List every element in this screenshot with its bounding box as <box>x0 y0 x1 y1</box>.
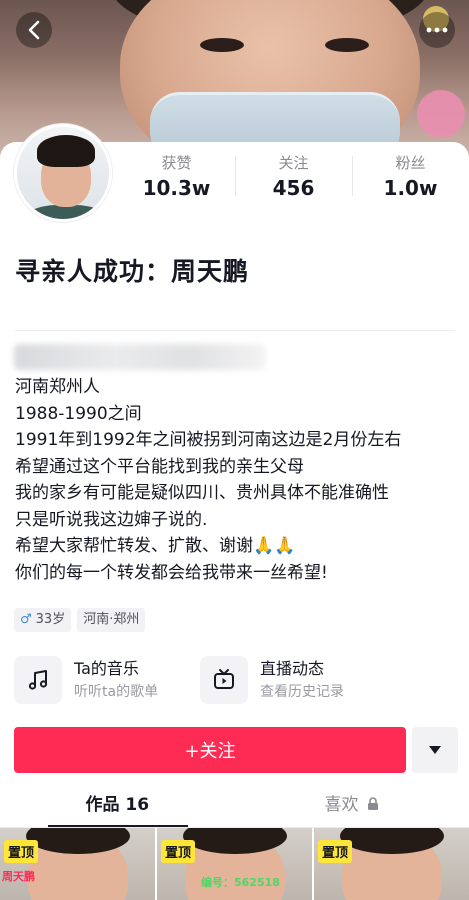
video-thumbnail[interactable]: 置顶 <box>314 828 469 900</box>
tv-play-icon <box>200 656 248 704</box>
location-text: 河南·郑州 <box>83 612 140 627</box>
video-caption: 编号：562518 <box>201 876 280 889</box>
bio-line: 你们的每一个转发都会给我带来一丝希望! <box>15 562 328 583</box>
profile-name: 寻亲人成功：周天鹏 <box>15 257 250 286</box>
bio-line: 河南郑州人 <box>15 377 100 397</box>
live-entry[interactable]: 直播动态 查看历史记录 <box>200 656 344 704</box>
entry-title: 直播动态 <box>260 659 325 678</box>
back-button[interactable] <box>16 12 52 48</box>
tab-likes[interactable]: 喜欢 <box>235 786 469 826</box>
tab-label: 喜欢 <box>324 795 359 815</box>
blurred-text <box>14 344 266 370</box>
entry-title: Ta的音乐 <box>74 659 139 678</box>
stat-label: 获赞 <box>161 154 192 172</box>
bio-line: 只是听说我这边婶子说的. <box>15 509 208 530</box>
pinned-badge: 置顶 <box>4 840 39 863</box>
stat-likes[interactable]: 获赞 10.3w <box>118 152 235 204</box>
follow-button[interactable]: +关注 <box>14 727 406 773</box>
stat-following[interactable]: 关注 456 <box>235 152 352 204</box>
profile-stats: 获赞 10.3w 关注 456 粉丝 1.0w <box>118 152 469 204</box>
entry-subtitle: 查看历史记录 <box>260 684 344 700</box>
divider <box>15 330 454 331</box>
age-tag: ♂ 33岁 <box>14 608 72 632</box>
stat-label: 关注 <box>278 154 309 172</box>
video-caption: 周天鹏 <box>2 870 35 883</box>
entry-subtitle: 听听ta的歌单 <box>74 684 159 700</box>
chevron-left-icon <box>28 20 40 40</box>
bio-line: 希望大家帮忙转发、扩散、谢谢🙏🙏 <box>15 536 296 556</box>
bio-line: 1988-1990之间 <box>15 403 142 424</box>
stat-followers[interactable]: 粉丝 1.0w <box>352 152 469 204</box>
music-entry[interactable]: Ta的音乐 听听ta的歌单 <box>14 656 158 704</box>
avatar[interactable] <box>14 124 112 222</box>
gender-male-icon: ♂ <box>20 612 32 627</box>
more-actions-button[interactable] <box>412 727 458 773</box>
stat-value: 456 <box>272 176 315 200</box>
bio-line: 我的家乡有可能是疑似四川、贵州具体不能准确性 <box>15 483 389 503</box>
more-options-button[interactable] <box>419 12 455 48</box>
stat-label: 粉丝 <box>395 154 426 172</box>
music-note-icon <box>14 656 62 704</box>
profile-tags: ♂ 33岁 河南·郑州 <box>14 608 146 632</box>
triangle-down-icon <box>429 746 441 754</box>
stat-value: 1.0w <box>383 176 438 200</box>
bio-line: 希望通过这个平台能找到我的亲生父母 <box>15 456 304 477</box>
pinned-badge: 置顶 <box>318 840 353 863</box>
profile-tabs: 作品 16 喜欢 <box>0 786 469 826</box>
profile-bio: 河南郑州人 1988-1990之间 1991年到1992年之间被拐到河南这边是2… <box>15 374 401 586</box>
location-tag: 河南·郑州 <box>77 608 146 632</box>
stat-value: 10.3w <box>142 176 211 200</box>
more-dots-icon <box>426 27 448 33</box>
age-text: 33岁 <box>35 612 66 627</box>
video-thumbnail[interactable]: 置顶 周天鹏 <box>0 828 155 900</box>
pinned-badge: 置顶 <box>161 840 196 863</box>
video-thumbnail[interactable]: 置顶 编号：562518 <box>157 828 312 900</box>
lock-icon <box>367 797 378 810</box>
tab-works[interactable]: 作品 16 <box>0 786 235 826</box>
profile-entries: Ta的音乐 听听ta的歌单 直播动态 查看历史记录 <box>14 656 454 708</box>
video-grid: 置顶 周天鹏 置顶 编号：562518 置顶 <box>0 828 469 900</box>
bio-line: 1991年到1992年之间被拐到河南这边是2月份左右 <box>15 430 402 450</box>
